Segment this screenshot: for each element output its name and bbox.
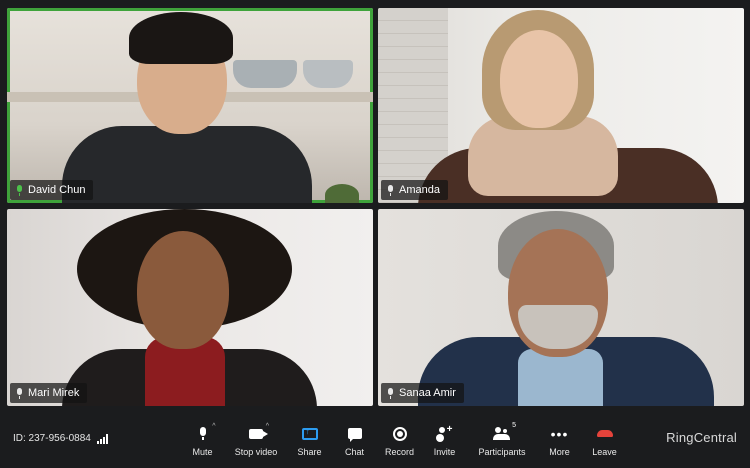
video-meeting-window: David Chun Amanda Mari Mirek Sanaa Amir … bbox=[0, 0, 750, 468]
stop-video-label: Stop video bbox=[234, 447, 278, 457]
more-button[interactable]: ••• More bbox=[537, 417, 582, 463]
record-button[interactable]: Record bbox=[377, 417, 422, 463]
participants-count: 5 bbox=[512, 422, 516, 429]
chevron-up-icon[interactable]: ^ bbox=[266, 423, 269, 430]
leave-label: Leave bbox=[592, 447, 617, 457]
name-tag: Mari Mirek bbox=[10, 383, 88, 403]
mic-icon bbox=[199, 427, 207, 440]
chat-icon bbox=[347, 428, 362, 442]
record-label: Record bbox=[384, 447, 414, 457]
mic-icon bbox=[16, 184, 23, 196]
participant-name: David Chun bbox=[28, 184, 86, 196]
share-label: Share bbox=[297, 447, 322, 457]
record-icon bbox=[392, 426, 407, 441]
meeting-controls: ^ Mute ^ Stop video Share Chat Record bbox=[180, 417, 627, 463]
share-screen-icon bbox=[301, 426, 318, 440]
brand-logo: RingCentral bbox=[666, 430, 737, 445]
invite-label: Invite bbox=[433, 447, 456, 457]
more-icon: ••• bbox=[550, 425, 569, 442]
signal-icon bbox=[96, 433, 108, 444]
mute-label: Mute bbox=[192, 447, 213, 457]
stop-video-button[interactable]: ^ Stop video bbox=[225, 417, 287, 463]
invite-icon bbox=[437, 424, 453, 440]
mute-button[interactable]: ^ Mute bbox=[180, 417, 225, 463]
name-tag: Amanda bbox=[381, 180, 448, 200]
leave-button[interactable]: Leave bbox=[582, 417, 627, 463]
bowl-decor bbox=[303, 60, 353, 88]
chat-label: Chat bbox=[344, 447, 364, 457]
mic-icon bbox=[387, 387, 394, 399]
participants-button[interactable]: 5 Participants bbox=[467, 417, 537, 463]
more-label: More bbox=[549, 447, 570, 457]
meeting-id: ID: 237-956-0884 bbox=[13, 433, 108, 444]
participant-tile-david-chun[interactable]: David Chun bbox=[7, 8, 373, 203]
bowl-decor bbox=[233, 60, 297, 88]
meeting-id-text: ID: 237-956-0884 bbox=[13, 433, 91, 444]
participant-tile-amanda[interactable]: Amanda bbox=[378, 8, 744, 203]
share-button[interactable]: Share bbox=[287, 417, 332, 463]
participant-tile-sanaa-amir[interactable]: Sanaa Amir bbox=[378, 209, 744, 406]
participant-tile-mari-mirek[interactable]: Mari Mirek bbox=[7, 209, 373, 406]
mic-icon bbox=[387, 184, 394, 196]
invite-button[interactable]: Invite bbox=[422, 417, 467, 463]
camera-icon bbox=[249, 428, 268, 439]
name-tag: Sanaa Amir bbox=[381, 383, 464, 403]
participants-icon bbox=[492, 427, 512, 440]
name-tag: David Chun bbox=[10, 180, 94, 200]
video-grid: David Chun Amanda Mari Mirek Sanaa Amir bbox=[5, 6, 745, 406]
participants-label: Participants bbox=[478, 447, 526, 457]
mic-icon bbox=[16, 387, 23, 399]
chevron-up-icon[interactable]: ^ bbox=[212, 423, 215, 430]
plant-decor bbox=[325, 184, 359, 203]
participant-name: Amanda bbox=[399, 184, 440, 196]
meeting-control-bar: ID: 237-956-0884 ^ Mute ^ Stop video Sha… bbox=[0, 411, 750, 468]
participant-name: Sanaa Amir bbox=[399, 387, 456, 399]
leave-phone-icon bbox=[596, 430, 613, 437]
participant-name: Mari Mirek bbox=[28, 387, 80, 399]
chat-button[interactable]: Chat bbox=[332, 417, 377, 463]
